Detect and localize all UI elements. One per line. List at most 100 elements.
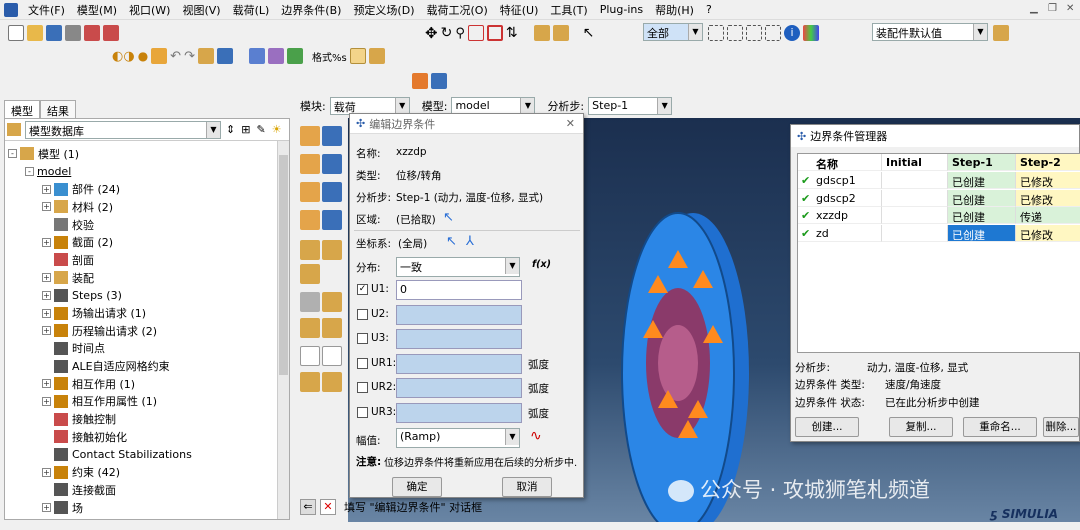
expand-icon[interactable]: + bbox=[42, 202, 51, 212]
expand-icon[interactable]: + bbox=[42, 237, 51, 247]
collapse-icon[interactable]: - bbox=[8, 149, 17, 159]
loadcase-manager-tool-icon[interactable] bbox=[322, 210, 342, 230]
tree-row[interactable]: 时间点 bbox=[8, 340, 289, 358]
select-box-icon[interactable] bbox=[708, 25, 724, 41]
tool-icon[interactable]: ✎ bbox=[256, 123, 265, 136]
fx-button[interactable]: f(x) bbox=[532, 259, 551, 270]
restore-icon[interactable]: ❐ bbox=[1048, 3, 1057, 14]
pick-icon[interactable] bbox=[151, 48, 168, 64]
create-button[interactable]: 创建... bbox=[795, 417, 859, 437]
select-arrow-icon[interactable]: ↖ bbox=[583, 25, 595, 41]
table-icon[interactable] bbox=[216, 48, 233, 64]
delete-button[interactable]: 删除... bbox=[1043, 417, 1079, 437]
tree-row[interactable]: + 场输出请求 (1) bbox=[8, 304, 289, 322]
select-poly-icon[interactable] bbox=[727, 25, 743, 41]
ok-button[interactable]: 确定 bbox=[392, 477, 442, 497]
tree-row[interactable]: - model bbox=[8, 163, 289, 181]
menu-bc[interactable]: 边界条件(B) bbox=[275, 2, 347, 18]
tree-row[interactable]: + 相互作用 (1) bbox=[8, 375, 289, 393]
tree-row[interactable]: + 截面 (2) bbox=[8, 233, 289, 251]
pan-icon[interactable]: ✥ bbox=[425, 24, 438, 42]
auto-fit-icon[interactable] bbox=[486, 25, 503, 41]
pick-tool-icon[interactable] bbox=[300, 292, 320, 312]
side-view-icon[interactable] bbox=[286, 48, 303, 64]
tree-icon[interactable] bbox=[533, 25, 550, 41]
expand-icon[interactable]: + bbox=[42, 503, 51, 513]
redo-icon[interactable]: ↷ bbox=[184, 49, 195, 64]
menu-tools[interactable]: 工具(T) bbox=[544, 2, 593, 18]
back-arrow-icon[interactable]: ⇐ bbox=[300, 499, 316, 515]
dof-checkbox[interactable] bbox=[357, 357, 368, 369]
select-circle-icon[interactable] bbox=[746, 25, 762, 41]
table-cell[interactable] bbox=[882, 172, 948, 189]
tree-row[interactable]: - 模型 (1) bbox=[8, 145, 289, 163]
menu-load[interactable]: 载荷(L) bbox=[227, 2, 276, 18]
active-check-icon[interactable]: ✔ bbox=[801, 209, 810, 222]
tree-row[interactable]: 接触初始化 bbox=[8, 428, 289, 446]
csys-manager-tool-icon[interactable] bbox=[322, 346, 342, 366]
menu-loadcase[interactable]: 载荷工况(O) bbox=[421, 2, 494, 18]
active-check-icon[interactable]: ✔ bbox=[801, 227, 810, 240]
tree-row[interactable]: + 部件 (24) bbox=[8, 180, 289, 198]
cancel-button[interactable]: 取消 bbox=[502, 477, 552, 497]
render-icon[interactable]: ◐◑ bbox=[112, 49, 135, 64]
field-tool-icon[interactable] bbox=[300, 182, 320, 202]
edit-tool-icon[interactable] bbox=[300, 264, 320, 284]
amplitude-combo[interactable]: (Ramp) ▼ bbox=[396, 428, 520, 448]
close-window-icon[interactable]: ✕ bbox=[1066, 3, 1074, 14]
column-header-cell[interactable] bbox=[798, 154, 882, 171]
loadcase-tool-icon[interactable] bbox=[300, 210, 320, 230]
cycle-views-icon[interactable]: ⇅ bbox=[506, 25, 518, 41]
surface-tool-icon[interactable] bbox=[322, 292, 342, 312]
table-row[interactable]: xzzdp 已创建 传递 ✔ bbox=[798, 207, 1080, 224]
table-row[interactable]: zd 已创建 已修改 ✔ bbox=[798, 224, 1080, 242]
assembly-display-icon[interactable] bbox=[993, 25, 1009, 41]
iso-view-icon[interactable] bbox=[248, 48, 265, 64]
dof-value-field[interactable] bbox=[396, 378, 522, 398]
undo-icon[interactable]: ↶ bbox=[170, 49, 181, 64]
csys-axes-icon[interactable]: ⅄ bbox=[466, 234, 474, 249]
dof-checkbox[interactable] bbox=[357, 333, 368, 344]
datum-tool-icon[interactable] bbox=[300, 372, 320, 392]
shade-icon[interactable]: ● bbox=[138, 49, 148, 63]
tree-row[interactable]: + 装配 bbox=[8, 269, 289, 287]
step-combo[interactable]: Step-1 ▼ bbox=[588, 97, 673, 115]
table-cell[interactable] bbox=[882, 224, 948, 242]
tree-row[interactable]: ALE自适应网格约束 bbox=[8, 357, 289, 375]
table-cell[interactable] bbox=[798, 224, 882, 242]
scroll-thumb[interactable] bbox=[279, 155, 288, 375]
cancel-x-icon[interactable]: ✕ bbox=[320, 499, 336, 515]
tree-row[interactable]: Contact Stabilizations bbox=[8, 446, 289, 464]
expand-icon[interactable]: + bbox=[42, 290, 51, 300]
tree-row[interactable]: + 场 bbox=[8, 499, 289, 517]
menu-help[interactable]: 帮助(H) bbox=[649, 2, 700, 18]
load-manager-tool-icon[interactable] bbox=[322, 126, 342, 146]
selection-filter-combo[interactable]: 全部 ▼ bbox=[643, 23, 703, 41]
rename-button[interactable]: 重命名... bbox=[963, 417, 1037, 437]
set-tool-icon[interactable] bbox=[300, 318, 320, 338]
expand-icon[interactable]: + bbox=[42, 308, 51, 318]
active-check-icon[interactable]: ✔ bbox=[801, 174, 810, 187]
menu-viewport[interactable]: 视口(W) bbox=[123, 2, 176, 18]
expand-icon[interactable]: + bbox=[42, 379, 51, 389]
query-icon[interactable] bbox=[552, 25, 569, 41]
tips-icon[interactable]: ☀ bbox=[272, 123, 282, 136]
amplitude-manager-tool-icon[interactable] bbox=[322, 240, 342, 260]
menu-view[interactable]: 视图(V) bbox=[176, 2, 226, 18]
dof-value-field[interactable] bbox=[396, 304, 522, 325]
context-help-icon[interactable]: ? bbox=[700, 3, 718, 16]
table-row[interactable]: gdscp2 已创建 已修改 ✔ bbox=[798, 189, 1080, 207]
partition-tool-icon[interactable] bbox=[322, 372, 342, 392]
dof-checkbox[interactable] bbox=[357, 406, 368, 418]
tree-row[interactable]: 接触控制 bbox=[8, 410, 289, 428]
box-icon[interactable] bbox=[349, 48, 366, 64]
dof-checkbox[interactable] bbox=[357, 308, 368, 320]
zoom-icon[interactable]: ⚲ bbox=[455, 26, 465, 41]
tree-row[interactable]: + 相互作用属性 (1) bbox=[8, 393, 289, 411]
filter-icon[interactable]: ⊞ bbox=[241, 123, 250, 136]
expand-icon[interactable]: + bbox=[42, 273, 51, 283]
active-check-icon[interactable]: ✔ bbox=[801, 192, 810, 205]
load-manager-icon[interactable] bbox=[431, 73, 447, 89]
load-create-icon[interactable] bbox=[412, 73, 428, 89]
menu-feature[interactable]: 特征(U) bbox=[494, 2, 545, 18]
